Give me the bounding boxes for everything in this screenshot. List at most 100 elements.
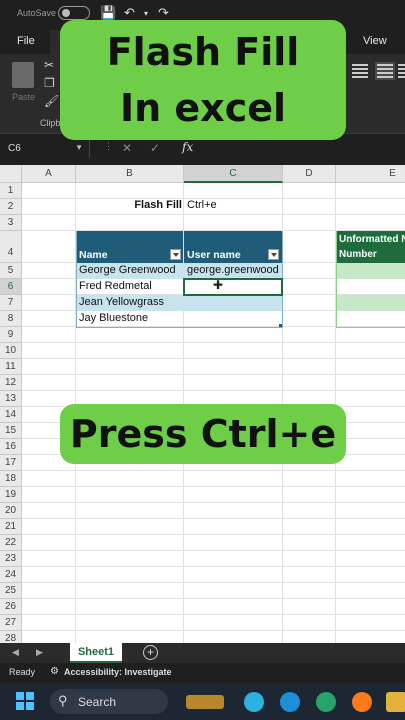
gridline-row (22, 390, 405, 391)
format-painter-icon[interactable]: 🖌 (44, 94, 59, 108)
table-cell-name[interactable]: George Greenwood (79, 264, 183, 276)
row-header-22[interactable]: 22 (0, 535, 22, 551)
column-header-b[interactable]: B (76, 165, 184, 183)
title-line-2: In excel (119, 86, 287, 130)
toggle-knob (62, 9, 70, 17)
next-sheet-icon[interactable]: ▶ (36, 647, 43, 658)
title-line-1: Flash Fill (106, 30, 300, 74)
gridline-row (22, 470, 405, 471)
row-header-28[interactable]: 28 (0, 631, 22, 643)
file-explorer-icon[interactable] (386, 692, 405, 712)
prev-sheet-icon[interactable]: ◀ (12, 647, 19, 658)
row-header-2[interactable]: 2 (0, 199, 22, 215)
name-box-value: C6 (8, 143, 21, 154)
widget-icon[interactable] (186, 695, 224, 709)
row-header-19[interactable]: 19 (0, 487, 22, 503)
name-box[interactable]: C6 ▼ (4, 140, 90, 158)
paste-icon[interactable] (12, 62, 34, 88)
gridline-row (22, 374, 405, 375)
gridline-row (22, 534, 405, 535)
more-icon: ⋮ (104, 141, 113, 151)
shortcut-value: Ctrl+e (187, 199, 217, 211)
row-header-20[interactable]: 20 (0, 503, 22, 519)
table-cell-name[interactable]: Jean Yellowgrass (79, 296, 183, 308)
column-header-row: A B C D E (0, 165, 405, 183)
edge-dev-icon[interactable] (316, 692, 336, 712)
row-header-11[interactable]: 11 (0, 359, 22, 375)
windows-start-icon[interactable] (16, 692, 34, 710)
table-cell-username[interactable]: george.greenwood (187, 264, 282, 276)
align-left-icon[interactable] (352, 64, 368, 78)
select-all-corner[interactable] (0, 165, 22, 183)
edge-icon[interactable] (244, 692, 264, 712)
search-placeholder: Search (78, 695, 117, 709)
row-header-25[interactable]: 25 (0, 583, 22, 599)
column-header-c[interactable]: C (184, 165, 283, 183)
undo-dropdown-icon[interactable]: ▾ (144, 9, 148, 18)
firefox-icon[interactable] (352, 692, 372, 712)
gridline-row (22, 614, 405, 615)
enter-icon[interactable]: ✓ (150, 141, 160, 155)
accessibility-status[interactable]: Accessibility: Investigate (64, 667, 172, 677)
row-header-8[interactable]: 8 (0, 311, 22, 327)
row-header-16[interactable]: 16 (0, 439, 22, 455)
paste-label: Paste (12, 92, 36, 102)
row-header-14[interactable]: 14 (0, 407, 22, 423)
row-header-13[interactable]: 13 (0, 391, 22, 407)
gridline-row (22, 342, 405, 343)
row-header-23[interactable]: 23 (0, 551, 22, 567)
row-header-15[interactable]: 15 (0, 423, 22, 439)
cell-cursor-icon: ✚ (213, 278, 224, 292)
save-icon[interactable]: 💾 (100, 5, 116, 21)
row-header-5[interactable]: 5 (0, 263, 22, 279)
row-header-12[interactable]: 12 (0, 375, 22, 391)
accessibility-icon: ⚙ (50, 666, 59, 677)
flash-fill-label: Flash Fill (134, 199, 182, 211)
undo-icon[interactable]: ↶ (124, 5, 135, 21)
align-right-icon[interactable] (398, 64, 405, 78)
row-header-21[interactable]: 21 (0, 519, 22, 535)
table-cell-name[interactable]: Jay Bluestone (79, 312, 183, 324)
copy-icon[interactable]: ❐ (44, 76, 55, 90)
cancel-icon[interactable]: ✕ (122, 141, 132, 155)
taskbar-search[interactable]: ⚲ Search (50, 689, 168, 714)
insert-function-icon[interactable]: fx (182, 140, 193, 154)
gridline-row (22, 486, 405, 487)
row-header-18[interactable]: 18 (0, 471, 22, 487)
tab-file[interactable]: File (17, 35, 35, 47)
edge-beta-icon[interactable] (280, 692, 300, 712)
row-header-10[interactable]: 10 (0, 343, 22, 359)
gridline-row (22, 630, 405, 631)
gridline-row (22, 518, 405, 519)
row-header-3[interactable]: 3 (0, 215, 22, 231)
right-table-border (336, 231, 405, 328)
row-header-4[interactable]: 4 (0, 231, 22, 263)
active-cell[interactable]: ✚ (183, 278, 283, 296)
row-header-6[interactable]: 6 (0, 279, 22, 295)
row-header-24[interactable]: 24 (0, 567, 22, 583)
redo-icon[interactable]: ↷ (158, 5, 169, 21)
cut-icon[interactable]: ✂ (44, 58, 54, 72)
sheet-tab-bar: ◀ ▶ Sheet1 + (0, 643, 405, 663)
column-header-a[interactable]: A (22, 165, 76, 183)
gridline-row (22, 358, 405, 359)
row-header-27[interactable]: 27 (0, 615, 22, 631)
row-header-7[interactable]: 7 (0, 295, 22, 311)
row-header-26[interactable]: 26 (0, 599, 22, 615)
gridline-row (22, 582, 405, 583)
gridline-row (22, 214, 405, 215)
column-header-d[interactable]: D (283, 165, 336, 183)
column-header-e[interactable]: E (336, 165, 405, 183)
row-header-9[interactable]: 9 (0, 327, 22, 343)
align-center-icon[interactable] (375, 62, 395, 80)
table-resize-handle[interactable] (279, 324, 282, 327)
autosave-toggle[interactable] (58, 6, 90, 20)
gridline-row (22, 598, 405, 599)
sheet-tab-sheet1[interactable]: Sheet1 (70, 643, 122, 663)
table-cell-name[interactable]: Fred Redmetal (79, 280, 183, 292)
row-header-17[interactable]: 17 (0, 455, 22, 471)
chevron-down-icon[interactable]: ▼ (75, 143, 83, 152)
tab-view[interactable]: View (363, 35, 387, 47)
add-sheet-icon[interactable]: + (143, 645, 158, 660)
row-header-1[interactable]: 1 (0, 183, 22, 199)
